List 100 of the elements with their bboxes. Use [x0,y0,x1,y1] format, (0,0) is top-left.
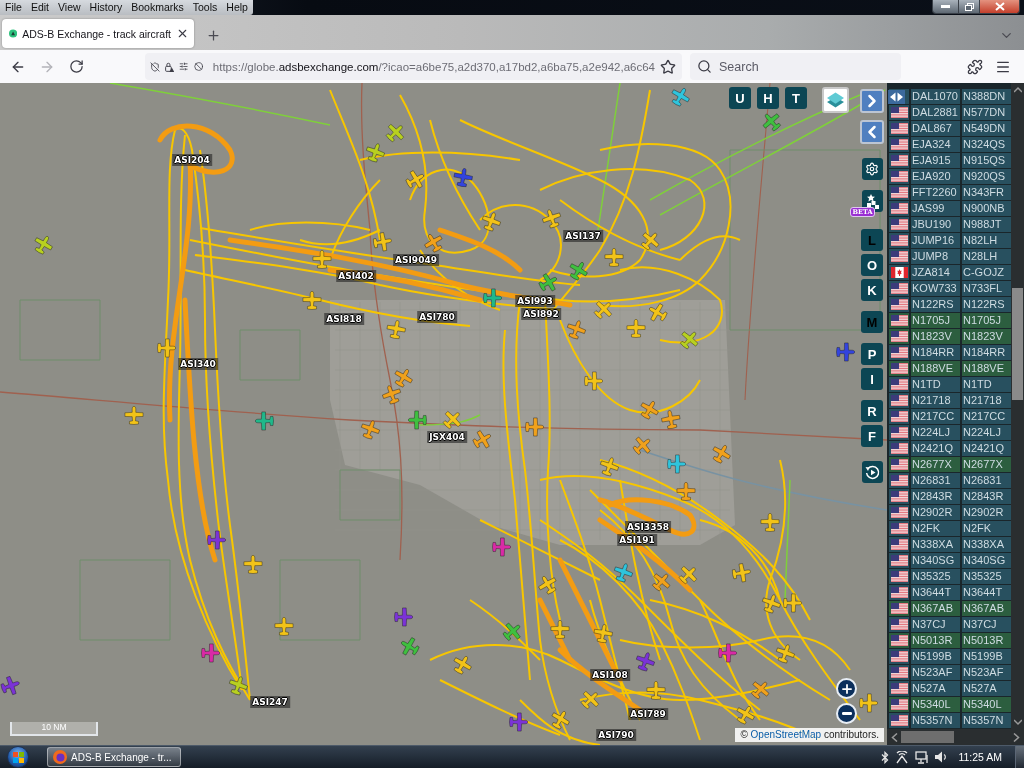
airplane-icon[interactable] [33,235,53,255]
aircraft-row[interactable]: KOW733 N733FL [889,281,1011,296]
airplane-icon[interactable] [593,300,613,320]
airplane-icon[interactable] [760,513,780,533]
restore-button[interactable] [958,0,979,13]
aircraft-row[interactable]: N340SG N340SG [889,553,1011,568]
show-desktop-button[interactable] [1015,746,1024,768]
aircraft-row[interactable]: EJA915 N915QS [889,153,1011,168]
taskbar-button[interactable]: ADS-B Exchange - tr... [47,747,181,767]
airplane-icon[interactable] [524,417,544,437]
airplane-icon[interactable] [593,624,613,644]
airplane-icon[interactable] [206,530,226,550]
scrollbar-thumb[interactable] [1012,288,1023,400]
airplane-icon[interactable] [782,593,802,613]
airplane-icon[interactable] [583,371,603,391]
airplane-icon[interactable] [382,385,402,405]
flight-label[interactable]: ASI402 [336,270,376,282]
address-field[interactable]: https://globe.adsbexchange.com/?icao=a6be75,a2d370,a17bd2,a6ba75,a2e942,a6c64 [145,53,682,80]
aircraft-row[interactable]: JZA814 C-GOJZ [889,265,1011,280]
airplane-icon[interactable] [538,273,558,293]
bluetooth-icon[interactable] [881,750,890,764]
aircraft-row[interactable]: DAL867 N549DN [889,121,1011,136]
airplane-icon[interactable] [676,482,696,502]
blocked-circle-icon[interactable] [193,59,203,74]
airplane-icon[interactable] [632,436,652,456]
airplane-icon[interactable] [731,563,751,583]
flight-label[interactable]: ASI780 [417,311,457,323]
close-window-button[interactable] [979,0,1019,13]
aircraft-row[interactable]: N2FK N2FK [889,521,1011,536]
airplane-icon[interactable] [472,430,492,450]
airplane-icon[interactable] [835,342,855,362]
aircraft-row[interactable]: N5357N N5357N [889,713,1011,728]
aircraft-row[interactable]: N26831 N26831 [889,473,1011,488]
airplane-icon[interactable] [599,457,619,477]
airplane-icon[interactable] [385,123,405,143]
airplane-icon[interactable] [640,231,660,251]
airplane-icon[interactable] [635,652,655,672]
flight-label[interactable]: ASI3358 [625,521,671,533]
airplane-icon[interactable] [580,690,600,710]
map-toggle-button[interactable]: K [861,279,883,301]
aircraft-row[interactable]: N5340L N5340L [889,697,1011,712]
airplane-icon[interactable] [762,112,782,132]
aircraft-row[interactable]: FFT2260 N343FR [889,185,1011,200]
clock-text[interactable]: 11:25 AM [958,751,1002,763]
aircraft-row[interactable]: N1823V N1823V [889,329,1011,344]
close-tab-button[interactable] [176,27,189,40]
settings-button[interactable] [861,158,883,180]
aircraft-row[interactable]: N2843R N2843R [889,489,1011,504]
browser-tab[interactable]: ADS-B Exchange - track aircraft [2,19,194,48]
airplane-icon[interactable] [538,575,558,595]
map-toggle-button[interactable]: I [861,368,883,390]
aircraft-row[interactable]: N2677X N2677X [889,457,1011,472]
aircraft-row[interactable]: EJA920 N920QS [889,169,1011,184]
airplane-icon[interactable] [255,411,275,431]
minimize-button[interactable] [933,0,958,13]
aircraft-row[interactable]: N367AB N367AB [889,601,1011,616]
aircraft-row[interactable]: N21718 N21718 [889,393,1011,408]
airplane-icon[interactable] [424,233,444,253]
aircraft-row[interactable]: N35325 N35325 [889,569,1011,584]
flight-label[interactable]: ASI818 [324,313,364,325]
aircraft-row[interactable]: N122RS N122RS [889,297,1011,312]
aircraft-row[interactable]: N188VE N188VE [889,361,1011,376]
menu-item[interactable]: Edit [30,0,49,15]
scroll-down-icon[interactable] [1013,718,1022,726]
airplane-icon[interactable] [302,291,322,311]
airplane-icon[interactable] [651,572,671,592]
airplane-icon[interactable] [550,620,570,640]
airplane-icon[interactable] [405,170,425,190]
menu-item[interactable]: Tools [192,0,218,15]
airplane-icon[interactable] [568,261,588,281]
airplane-icon[interactable] [679,330,699,350]
airplane-icon[interactable] [750,680,770,700]
airplane-icon[interactable] [365,143,385,163]
aircraft-row[interactable]: N5013R N5013R [889,633,1011,648]
airplane-icon[interactable] [613,563,633,583]
aircraft-row[interactable]: N3644T N3644T [889,585,1011,600]
aircraft-row[interactable]: N224LJ N224LJ [889,425,1011,440]
airplane-icon[interactable] [646,681,666,701]
wireless-icon[interactable] [895,750,910,764]
scroll-up-icon[interactable] [1013,86,1022,94]
airplane-icon[interactable] [491,537,511,557]
airplane-icon[interactable] [393,368,413,388]
aircraft-row[interactable]: N217CC N217CC [889,409,1011,424]
menu-item[interactable]: Help [226,0,248,15]
aircraft-row[interactable]: N2902R N2902R [889,505,1011,520]
menu-item[interactable]: History [89,0,123,15]
scroll-left-icon[interactable] [891,732,898,742]
airplane-icon[interactable] [550,710,570,730]
aircraft-row[interactable]: N1TD N1TD [889,377,1011,392]
aircraft-row[interactable]: JAS99 N900NB [889,201,1011,216]
aircraft-row[interactable]: N1705J N1705J [889,313,1011,328]
airplane-icon[interactable] [717,643,737,663]
airplane-icon[interactable] [542,209,562,229]
flight-label[interactable]: ASI340 [178,358,218,370]
airplane-icon[interactable] [124,406,144,426]
airplane-icon[interactable] [453,168,473,188]
flight-label[interactable]: ASI892 [521,308,561,320]
airplane-icon[interactable] [393,607,413,627]
layers-button[interactable] [822,87,849,113]
airplane-icon[interactable] [156,338,176,358]
